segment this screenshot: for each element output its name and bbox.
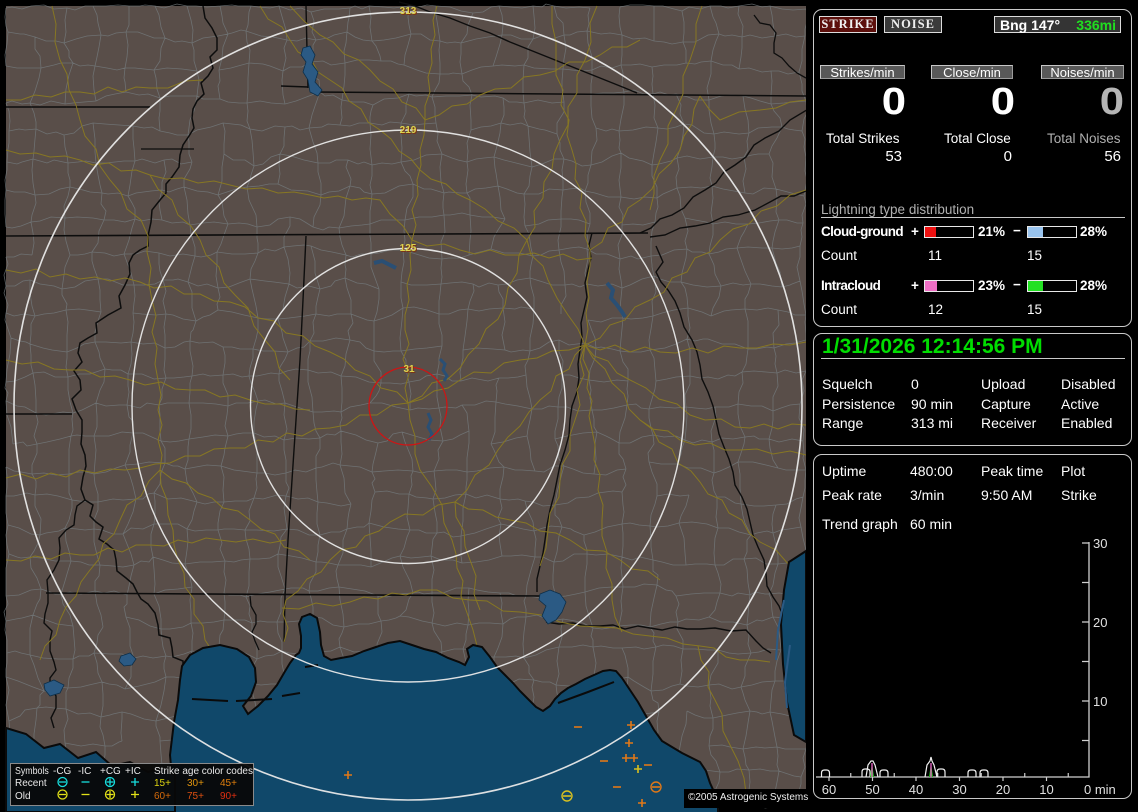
svg-text:10: 10 xyxy=(1039,782,1053,797)
svg-text:10: 10 xyxy=(1093,694,1107,709)
svg-text:40: 40 xyxy=(909,782,923,797)
svg-text:20: 20 xyxy=(996,782,1010,797)
svg-text:30: 30 xyxy=(952,782,966,797)
svg-text:0 min: 0 min xyxy=(1084,782,1116,797)
svg-text:30: 30 xyxy=(1093,536,1107,551)
svg-text:20: 20 xyxy=(1093,615,1107,630)
svg-text:60: 60 xyxy=(822,782,836,797)
svg-text:31: 31 xyxy=(403,364,415,375)
svg-text:50: 50 xyxy=(865,782,879,797)
svg-text:125: 125 xyxy=(400,243,417,254)
svg-text:219: 219 xyxy=(400,125,417,136)
svg-text:313: 313 xyxy=(400,6,417,17)
